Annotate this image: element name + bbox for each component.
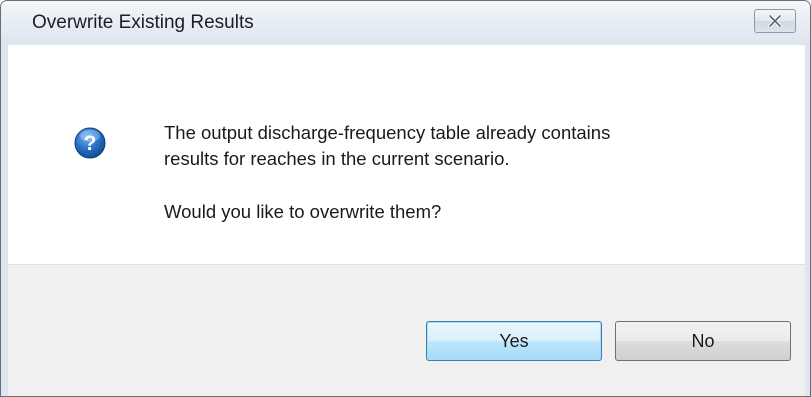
title-bar[interactable]: Overwrite Existing Results xyxy=(1,1,810,45)
no-button[interactable]: No xyxy=(615,321,791,361)
message-question: Would you like to overwrite them? xyxy=(164,201,442,222)
window-title: Overwrite Existing Results xyxy=(32,12,254,33)
window-frame-left xyxy=(1,45,8,396)
yes-button[interactable]: Yes xyxy=(426,321,602,361)
close-icon xyxy=(768,15,782,27)
button-bar: Yes No xyxy=(8,264,805,396)
message-area: ? The output discharge-frequency table a… xyxy=(8,45,805,264)
close-button[interactable] xyxy=(754,9,796,33)
message-line-1: The output discharge-frequency table alr… xyxy=(164,122,611,143)
message-text: The output discharge-frequency table alr… xyxy=(164,120,784,225)
question-icon: ? xyxy=(74,127,106,159)
svg-text:?: ? xyxy=(84,132,97,155)
dialog-window: Overwrite Existing Results ? The output … xyxy=(0,0,811,397)
message-line-2: results for reaches in the current scena… xyxy=(164,148,510,169)
